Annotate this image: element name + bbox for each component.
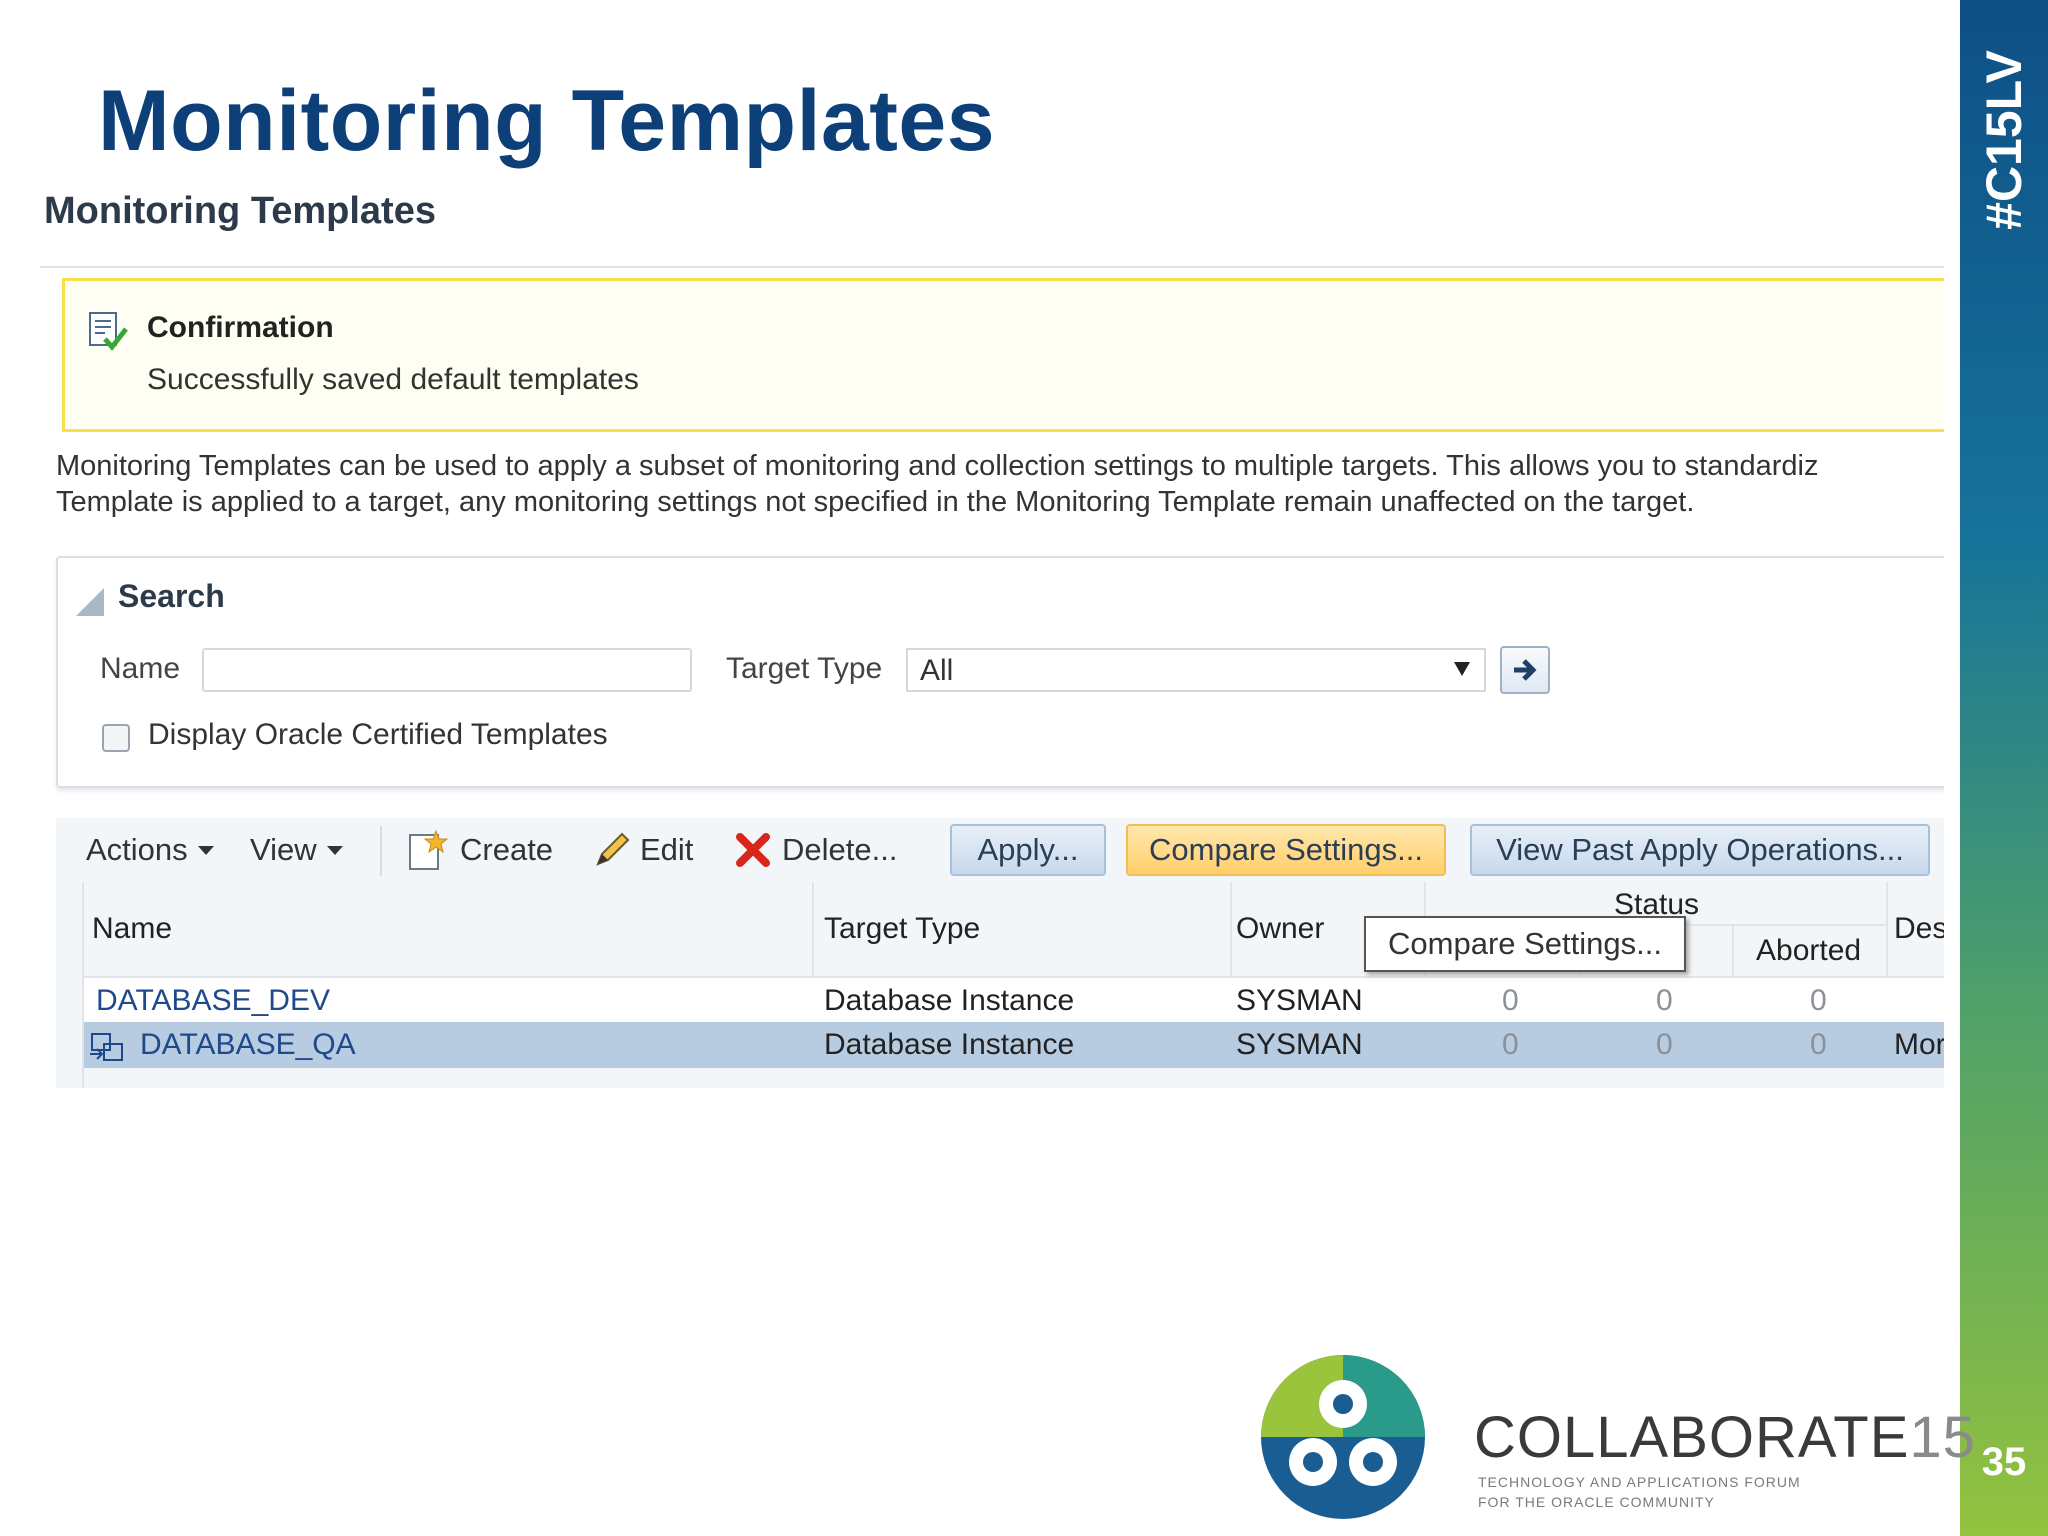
hashtag-label: #C15LV	[1976, 50, 2032, 230]
template-name-link[interactable]: DATABASE_QA	[140, 1028, 356, 1062]
aborted-count-cell: 0	[1810, 984, 1827, 1017]
column-header-aborted[interactable]: Aborted	[1756, 934, 1861, 968]
actions-menu-label: Actions	[86, 832, 188, 867]
confirmation-message-box: Confirmation Successfully saved default …	[62, 278, 1944, 432]
owner-cell: SYSMAN	[1236, 984, 1363, 1017]
create-icon	[409, 829, 449, 870]
collapse-triangle-icon[interactable]	[76, 588, 104, 616]
status-count-cell: 0	[1656, 984, 1673, 1017]
default-template-icon	[90, 1033, 123, 1061]
collaborate-wordmark-year: 15	[1909, 1405, 1976, 1470]
search-panel-title[interactable]: Search	[118, 578, 225, 615]
target-type-select[interactable]: All	[906, 648, 1486, 692]
column-header-target-type[interactable]: Target Type	[824, 912, 980, 946]
column-header-name[interactable]: Name	[92, 912, 172, 946]
create-label: Create	[460, 832, 554, 867]
hashtag-label-container: #C15LV	[1960, 0, 2048, 260]
collaborate-wordmark: COLLABORATE15	[1474, 1404, 1976, 1471]
owner-cell: SYSMAN	[1236, 1028, 1363, 1061]
edit-button[interactable]: Edit	[590, 818, 693, 882]
delete-button[interactable]: Delete...	[732, 818, 897, 882]
table-row-selected[interactable]: DATABASE_QA Database Instance SYSMAN 0 0…	[84, 1022, 1944, 1068]
collaborate-logo-icon	[1261, 1355, 1425, 1519]
edit-label: Edit	[640, 832, 694, 867]
status-count-cell: 0	[1502, 984, 1519, 1017]
description-cell: Mor	[1894, 1028, 1944, 1061]
column-header-description[interactable]: Des	[1894, 912, 1944, 946]
table-row[interactable]: DATABASE_DEV Database Instance SYSMAN 0 …	[84, 976, 1944, 1024]
view-menu-label: View	[250, 832, 317, 867]
create-button[interactable]: Create	[406, 818, 553, 882]
target-type-cell: Database Instance	[824, 1028, 1075, 1061]
compare-settings-tooltip: Compare Settings...	[1364, 916, 1686, 972]
delete-x-icon	[736, 833, 770, 867]
view-caret-icon	[326, 845, 343, 855]
pencil-icon	[596, 832, 630, 866]
template-name-link[interactable]: DATABASE_DEV	[96, 984, 330, 1018]
search-go-button[interactable]	[1500, 646, 1550, 694]
name-label: Name	[100, 652, 181, 685]
confirmation-title: Confirmation	[147, 311, 334, 344]
name-search-input[interactable]	[202, 648, 692, 692]
status-count-cell: 0	[1656, 1028, 1673, 1061]
description-line-2: Template is applied to a target, any mon…	[56, 486, 1695, 518]
search-panel: Search Name Target Type All Display Orac…	[56, 556, 1944, 788]
templates-table: Name Target Type Owner Status Aborted De…	[56, 882, 1944, 1088]
confirmation-check-icon	[89, 312, 128, 351]
oracle-certified-checkbox[interactable]	[102, 724, 130, 752]
collaborate-wordmark-bold: COLLABORATE	[1474, 1405, 1910, 1470]
compare-settings-button[interactable]: Compare Settings...	[1126, 824, 1446, 876]
confirmation-text: Successfully saved default templates	[147, 363, 639, 396]
status-count-cell: 0	[1502, 1028, 1519, 1061]
actions-menu[interactable]: Actions	[86, 818, 214, 882]
app-screenshot: Monitoring Templates Confirmation Succes…	[40, 180, 1944, 1100]
tagline-line-2: FOR THE ORACLE COMMUNITY	[1478, 1494, 1715, 1510]
target-type-value: All	[920, 654, 954, 687]
view-menu[interactable]: View	[250, 818, 343, 882]
description-line-1: Monitoring Templates can be used to appl…	[56, 450, 1819, 482]
aborted-count-cell: 0	[1810, 1028, 1827, 1061]
delete-label: Delete...	[782, 832, 898, 867]
arrow-right-icon	[1514, 659, 1537, 681]
tagline-line-1: TECHNOLOGY AND APPLICATIONS FORUM	[1478, 1474, 1801, 1490]
page-title: Monitoring Templates	[44, 190, 436, 232]
dropdown-arrow-icon	[1454, 662, 1470, 676]
target-type-cell: Database Instance	[824, 984, 1075, 1017]
collaborate-tagline: TECHNOLOGY AND APPLICATIONS FORUM FOR TH…	[1478, 1472, 1801, 1512]
title-divider	[40, 266, 1944, 268]
page-description: Monitoring Templates can be used to appl…	[56, 448, 1944, 520]
column-header-owner[interactable]: Owner	[1236, 912, 1324, 946]
actions-caret-icon	[197, 845, 214, 855]
slide-title: Monitoring Templates	[98, 73, 996, 169]
apply-button[interactable]: Apply...	[950, 824, 1106, 876]
table-toolbar: Actions View Create Edit Delete... Apply…	[56, 818, 1944, 882]
target-type-label: Target Type	[726, 652, 883, 685]
view-past-apply-operations-button[interactable]: View Past Apply Operations...	[1470, 824, 1930, 876]
oracle-certified-label[interactable]: Display Oracle Certified Templates	[148, 718, 608, 752]
toolbar-separator	[380, 826, 382, 876]
